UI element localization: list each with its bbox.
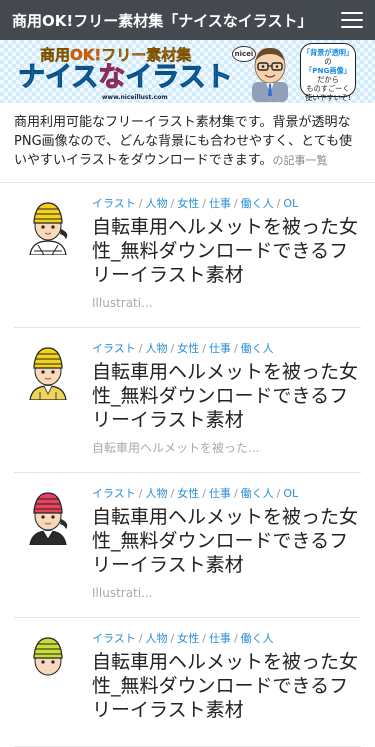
category-intro: 商用利用可能なフリーイラスト素材集です。背景が透明なPNG画像なので、どんな背景…	[0, 103, 375, 183]
category-link[interactable]: OL	[283, 197, 298, 210]
category-link[interactable]: 人物	[146, 632, 168, 645]
category-link[interactable]: 働く人	[241, 342, 274, 355]
site-title[interactable]: 商用OK!フリー素材集「ナイスなイラスト」	[12, 10, 312, 31]
bubble-line: 使いやすいぞ!	[304, 93, 351, 102]
category-link[interactable]: OL	[283, 487, 298, 500]
article-excerpt: 自転車用ヘルメットを被った...	[92, 441, 260, 455]
category-link[interactable]: 仕事	[209, 342, 231, 355]
article-body: イラスト / 人物 / 女性 / 仕事 / 働く人 自転車用ヘルメットを被った女性_無料ダウンロ…	[82, 342, 361, 456]
category-separator: /	[202, 632, 206, 645]
article-title[interactable]: 自転車用ヘルメットを被った女性_無料ダウンロードできるフリーイラスト素材	[92, 215, 361, 287]
banner-url: www.niceillust.com	[102, 94, 168, 101]
site-header: 商用OK!フリー素材集「ナイスなイラスト」	[0, 0, 375, 40]
article-body: イラスト / 人物 / 女性 / 仕事 / 働く人 自転車用ヘルメットを被った女性_無料ダウンロ…	[82, 632, 361, 730]
category-separator: /	[233, 197, 238, 210]
hamburger-icon[interactable]	[341, 12, 363, 28]
category-link[interactable]: 仕事	[209, 487, 231, 500]
category-link[interactable]: 仕事	[209, 632, 231, 645]
banner-title-nice: ナイス	[17, 62, 99, 94]
category-separator: /	[202, 197, 206, 210]
article-categories: イラスト / 人物 / 女性 / 仕事 / 働く人 / OL	[92, 487, 361, 501]
category-separator: /	[138, 342, 143, 355]
category-separator: /	[138, 632, 143, 645]
article-categories: イラスト / 人物 / 女性 / 仕事 / 働く人	[92, 632, 361, 646]
category-link[interactable]: 人物	[146, 487, 168, 500]
category-separator: /	[170, 487, 175, 500]
category-separator: /	[233, 342, 238, 355]
category-separator: /	[170, 197, 175, 210]
banner-main-title: ナイスなイラスト	[17, 62, 233, 94]
category-link[interactable]: 女性	[177, 197, 199, 210]
category-separator: /	[202, 342, 206, 355]
category-separator: /	[276, 487, 281, 500]
category-separator: /	[202, 487, 206, 500]
category-link[interactable]: イラスト	[92, 342, 136, 355]
category-separator: /	[233, 632, 238, 645]
category-link[interactable]: 働く人	[241, 632, 274, 645]
article-thumbnail[interactable]	[14, 342, 82, 456]
category-separator: /	[170, 342, 175, 355]
category-separator: /	[170, 632, 175, 645]
article-body: イラスト / 人物 / 女性 / 仕事 / 働く人 / OL 自転車用ヘルメットを被った女性_無料ダ…	[82, 487, 361, 601]
category-link[interactable]: 人物	[146, 197, 168, 210]
category-link[interactable]: 女性	[177, 487, 199, 500]
category-link[interactable]: イラスト	[92, 632, 136, 645]
article-categories: イラスト / 人物 / 女性 / 仕事 / 働く人 / OL	[92, 197, 361, 211]
category-separator: /	[233, 487, 238, 500]
category-separator: /	[138, 197, 143, 210]
article-card[interactable]: イラスト / 人物 / 女性 / 仕事 / 働く人 自転車用ヘルメットを被った女性_無料ダウンロ…	[14, 618, 361, 747]
article-excerpt: Illustrati...	[92, 586, 153, 600]
intro-suffix: の記事一覧	[272, 154, 328, 167]
article-thumbnail[interactable]	[14, 632, 82, 730]
banner-speech-bubble: 「背景が透明」 の 「PNG画像」 だから ものすごーく 使いやすいぞ!	[300, 43, 356, 102]
banner-title-illust: イラスト	[125, 62, 233, 94]
category-link[interactable]: イラスト	[92, 487, 136, 500]
category-separator: /	[138, 487, 143, 500]
article-body: イラスト / 人物 / 女性 / 仕事 / 働く人 / OL 自転車用ヘルメットを被った女性_無料ダ…	[82, 197, 361, 311]
category-link[interactable]: イラスト	[92, 197, 136, 210]
article-list: イラスト / 人物 / 女性 / 仕事 / 働く人 / OL 自転車用ヘルメットを被った女性_無料ダ…	[0, 183, 375, 747]
site-banner[interactable]: 商用OK!フリー素材集 nicei ナイスなイラスト www.niceillus…	[0, 40, 375, 103]
article-excerpt: Illustrati...	[92, 296, 153, 310]
article-thumbnail[interactable]	[14, 487, 82, 601]
category-link[interactable]: 仕事	[209, 197, 231, 210]
category-link[interactable]: 働く人	[241, 487, 274, 500]
category-link[interactable]: 人物	[146, 342, 168, 355]
bubble-line: 「背景が透明」	[302, 48, 354, 57]
article-card[interactable]: イラスト / 人物 / 女性 / 仕事 / 働く人 / OL 自転車用ヘルメットを被った女性_無料ダ…	[14, 183, 361, 328]
article-title[interactable]: 自転車用ヘルメットを被った女性_無料ダウンロードできるフリーイラスト素材	[92, 360, 361, 432]
article-card[interactable]: イラスト / 人物 / 女性 / 仕事 / 働く人 自転車用ヘルメットを被った女性_無料ダウンロ…	[14, 328, 361, 473]
article-thumbnail[interactable]	[14, 197, 82, 311]
article-categories: イラスト / 人物 / 女性 / 仕事 / 働く人	[92, 342, 361, 356]
article-card[interactable]: イラスト / 人物 / 女性 / 仕事 / 働く人 / OL 自転車用ヘルメットを被った女性_無料ダ…	[14, 473, 361, 618]
article-title[interactable]: 自転車用ヘルメットを被った女性_無料ダウンロードできるフリーイラスト素材	[92, 505, 361, 577]
banner-title-na: な	[98, 62, 126, 94]
category-link[interactable]: 働く人	[241, 197, 274, 210]
bubble-line: だから	[317, 75, 339, 84]
bubble-line: 「PNG画像」	[305, 66, 351, 75]
bubble-line: ものすごーく	[306, 84, 350, 93]
category-link[interactable]: 女性	[177, 632, 199, 645]
bubble-line: の	[324, 57, 332, 66]
article-title[interactable]: 自転車用ヘルメットを被った女性_無料ダウンロードできるフリーイラスト素材	[92, 650, 361, 722]
category-separator: /	[276, 197, 281, 210]
category-link[interactable]: 女性	[177, 342, 199, 355]
banner-mascot-illustration	[252, 47, 288, 102]
